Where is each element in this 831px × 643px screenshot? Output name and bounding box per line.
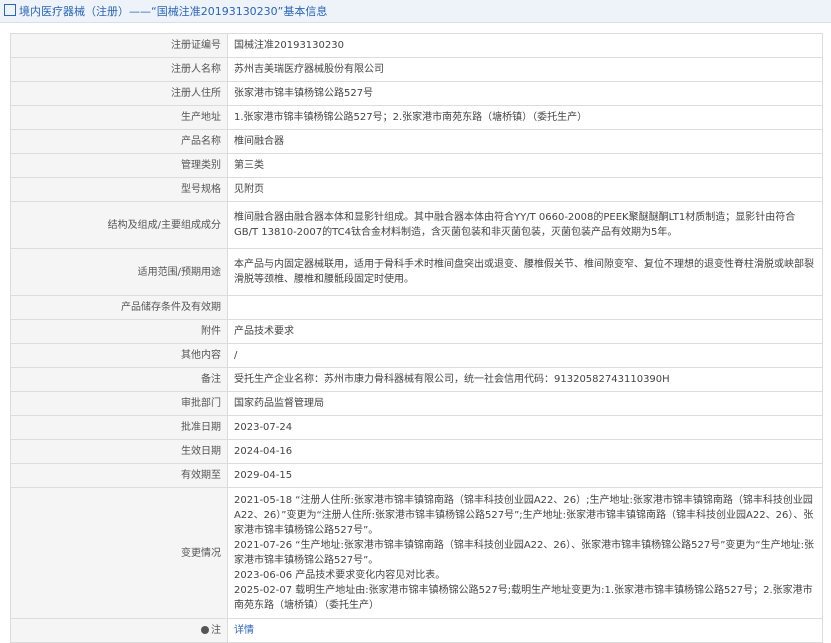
- value-valid-until: 2029-04-15: [227, 463, 823, 488]
- label-reg-no: 注册证编号: [10, 33, 228, 58]
- label-structure: 结构及组成/主要组成成分: [10, 201, 228, 249]
- value-registrant: 苏州吉美瑞医疗器械股份有限公司: [227, 57, 823, 82]
- change-line: 2021-07-26 “生产地址:张家港市锦丰镇锦南路（锦丰科技创业园A22、2…: [234, 540, 814, 566]
- value-reg-no: 国械注准20193130230: [227, 33, 823, 58]
- label-model: 型号规格: [10, 177, 228, 202]
- label-class: 管理类别: [10, 153, 228, 178]
- label-other: 其他内容: [10, 343, 228, 368]
- label-remark: 备注: [10, 367, 228, 392]
- pin-icon: [201, 626, 209, 634]
- value-effective-date: 2024-04-16: [227, 439, 823, 464]
- value-scope: 本产品与内固定器械联用，适用于骨科手术时椎间盘突出或退变、腰椎假关节、椎间隙变窄…: [227, 248, 823, 296]
- detail-link[interactable]: 详情: [234, 625, 254, 636]
- label-production-address: 生产地址: [10, 105, 228, 130]
- change-line: 2025-02-07 载明生产地址由:张家港市锦丰镇杨锦公路527号;载明生产地…: [234, 585, 813, 611]
- list-icon: [4, 4, 16, 16]
- value-other: /: [227, 343, 823, 368]
- value-dept: 国家药品监督管理局: [227, 391, 823, 416]
- label-dept: 审批部门: [10, 391, 228, 416]
- label-storage: 产品储存条件及有效期: [10, 295, 228, 320]
- value-storage: [227, 295, 823, 320]
- page-header: 境内医疗器械（注册）——“国械注准20193130230”基本信息: [0, 0, 831, 23]
- value-address: 张家港市锦丰镇杨锦公路527号: [227, 81, 823, 106]
- value-product-name: 椎间融合器: [227, 129, 823, 154]
- label-product-name: 产品名称: [10, 129, 228, 154]
- label-valid-until: 有效期至: [10, 463, 228, 488]
- label-registrant: 注册人名称: [10, 57, 228, 82]
- label-approve-date: 批准日期: [10, 415, 228, 440]
- label-scope: 适用范围/预期用途: [10, 248, 228, 296]
- detail-table: 注册证编号 国械注准20193130230 注册人名称 苏州吉美瑞医疗器械股份有限公…: [10, 33, 823, 643]
- value-approve-date: 2023-07-24: [227, 415, 823, 440]
- label-changes: 变更情况: [10, 487, 228, 619]
- page-title: 境内医疗器械（注册）——“国械注准20193130230”基本信息: [4, 3, 327, 19]
- value-attachment: 产品技术要求: [227, 319, 823, 344]
- value-model: 见附页: [227, 177, 823, 202]
- value-changes: 2021-05-18 “注册人住所:张家港市锦丰镇锦南路（锦丰科技创业园A22、…: [227, 487, 823, 619]
- label-address: 注册人住所: [10, 81, 228, 106]
- change-line: 2023-06-06 产品技术要求变化内容见对比表。: [234, 570, 446, 581]
- label-effective-date: 生效日期: [10, 439, 228, 464]
- label-attachment: 附件: [10, 319, 228, 344]
- value-class: 第三类: [227, 153, 823, 178]
- change-line: 2021-05-18 “注册人住所:张家港市锦丰镇锦南路（锦丰科技创业园A22、…: [234, 495, 814, 536]
- value-remark: 受托生产企业名称：苏州市康力骨科器械有限公司，统一社会信用代码：91320582…: [227, 367, 823, 392]
- value-production-address: 1.张家港市锦丰镇杨锦公路527号；2.张家港市南苑东路（塘桥镇）（委托生产）: [227, 105, 823, 130]
- value-structure: 椎间融合器由融合器本体和显影针组成。其中融合器本体由符合YY/T 0660-20…: [227, 201, 823, 249]
